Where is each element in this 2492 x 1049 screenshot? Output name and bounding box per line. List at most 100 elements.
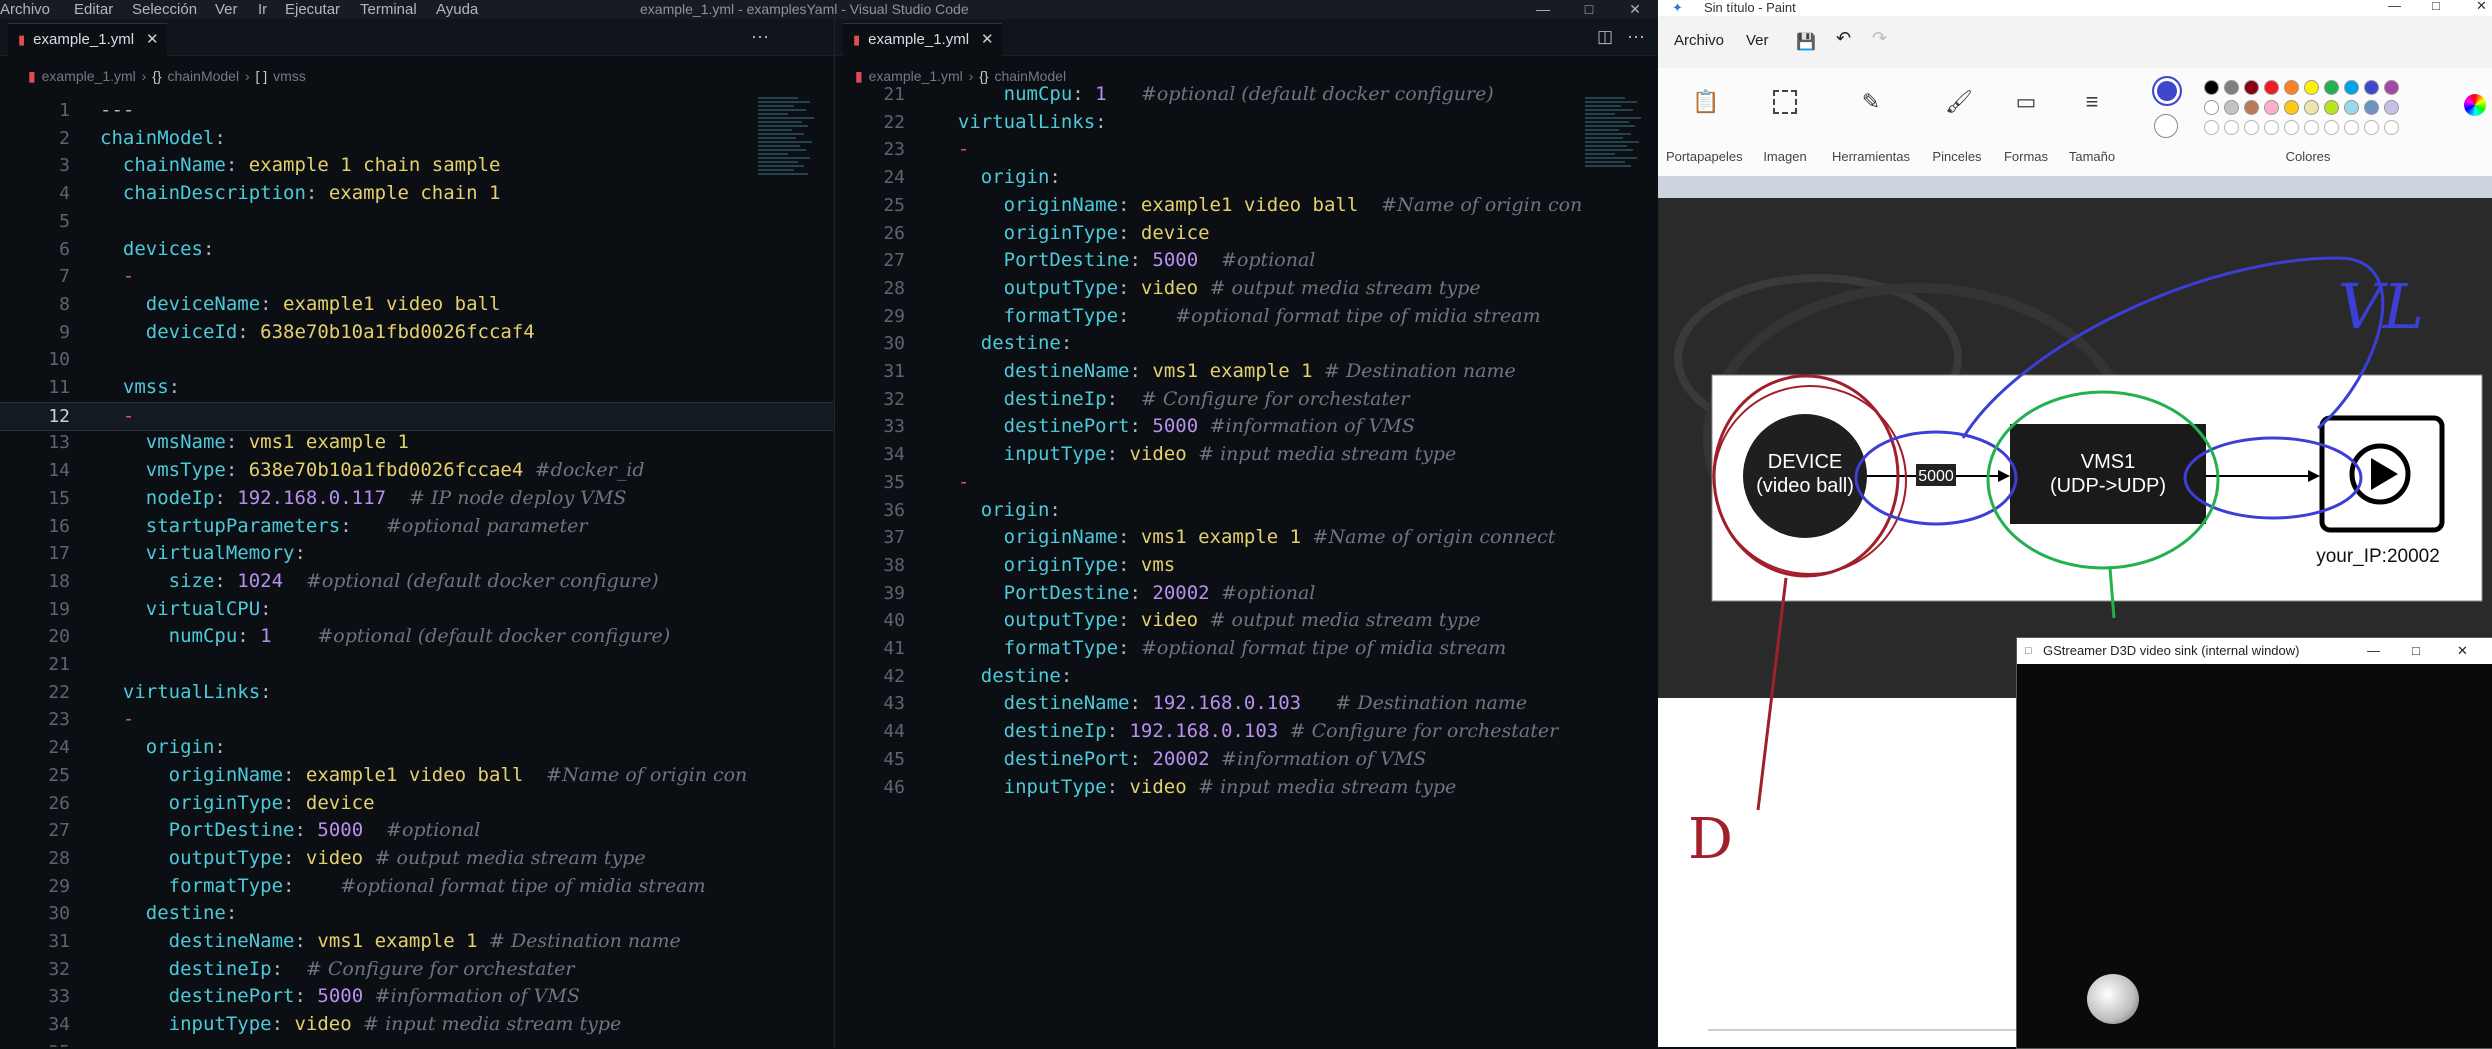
code-line[interactable]: 5 <box>0 208 833 235</box>
close-tab-icon[interactable]: ✕ <box>146 31 159 48</box>
menu-archivo[interactable]: Archivo <box>0 0 50 19</box>
code-line[interactable]: 23 - <box>0 706 833 733</box>
code-line[interactable]: 24 origin: <box>835 164 1659 191</box>
menu-terminal[interactable]: Terminal <box>360 0 417 19</box>
group-imagen[interactable]: Imagen <box>1752 68 1818 176</box>
primary-color-swatch[interactable] <box>2152 76 2182 106</box>
tab-example-yml-left[interactable]: ▮ example_1.yml ✕ <box>8 23 167 56</box>
code-line[interactable]: 26 originType: device <box>835 220 1659 247</box>
code-line[interactable]: 11 vmss: <box>0 374 833 401</box>
color-swatch[interactable] <box>2284 100 2299 115</box>
empty-color-swatch[interactable] <box>2284 120 2299 135</box>
code-line[interactable]: 31 destineName: vms1 example 1 # Destina… <box>835 358 1659 385</box>
color-swatch[interactable] <box>2364 100 2379 115</box>
minimize-button[interactable]: — <box>2388 0 2401 13</box>
code-line[interactable]: 1 --- <box>0 97 833 124</box>
color-swatch[interactable] <box>2344 80 2359 95</box>
code-line[interactable]: 28 outputType: video # output media stre… <box>0 845 833 872</box>
code-line[interactable]: 29 formatType: #optional format tipe of … <box>0 873 833 900</box>
code-line[interactable]: 34 inputType: video # input media stream… <box>0 1011 833 1038</box>
code-line[interactable]: 40 outputType: video # output media stre… <box>835 607 1659 634</box>
color-swatch[interactable] <box>2304 100 2319 115</box>
save-icon[interactable]: 💾 <box>1796 32 1816 52</box>
color-swatch[interactable] <box>2264 80 2279 95</box>
code-line[interactable]: 44 destineIp: 192.168.0.103 # Configure … <box>835 718 1659 745</box>
color-swatch[interactable] <box>2384 80 2399 95</box>
code-line[interactable]: 30 destine: <box>835 330 1659 357</box>
code-line[interactable]: 30 destine: <box>0 900 833 927</box>
empty-color-swatch[interactable] <box>2324 120 2339 135</box>
minimize-button[interactable]: — <box>1520 0 1566 19</box>
code-line[interactable]: 10 <box>0 346 833 373</box>
color-swatch[interactable] <box>2384 100 2399 115</box>
code-line[interactable]: 39 PortDestine: 20002 #optional <box>835 580 1659 607</box>
empty-color-swatch[interactable] <box>2344 120 2359 135</box>
code-line[interactable]: 16 startupParameters: #optional paramete… <box>0 513 833 540</box>
code-line[interactable]: 29 formatType: #optional format tipe of … <box>835 303 1659 330</box>
empty-color-swatch[interactable] <box>2364 120 2379 135</box>
code-line[interactable]: 27 PortDestine: 5000 #optional <box>0 817 833 844</box>
menu-ayuda[interactable]: Ayuda <box>436 0 478 19</box>
empty-color-swatch[interactable] <box>2304 120 2319 135</box>
color-swatch[interactable] <box>2364 80 2379 95</box>
code-line[interactable]: 35 <box>0 1039 833 1047</box>
code-line[interactable]: 15 nodeIp: 192.168.0.117 # IP node deplo… <box>0 485 833 512</box>
empty-color-swatch[interactable] <box>2224 120 2239 135</box>
code-line[interactable]: 27 PortDestine: 5000 #optional <box>835 247 1659 274</box>
close-window-button[interactable]: ✕ <box>2457 638 2468 664</box>
empty-color-swatch[interactable] <box>2264 120 2279 135</box>
code-line[interactable]: 34 inputType: video # input media stream… <box>835 441 1659 468</box>
code-line[interactable]: 3 chainName: example 1 chain sample <box>0 152 833 179</box>
code-line[interactable]: 14 vmsType: 638e70b10a1fbd0026fccae4 #do… <box>0 457 833 484</box>
more-actions-icon[interactable]: ⋯ <box>751 27 769 48</box>
code-line[interactable]: 4 chainDescription: example chain 1 <box>0 180 833 207</box>
edit-colors-icon[interactable] <box>2464 94 2486 116</box>
color-swatch[interactable] <box>2344 100 2359 115</box>
group-portapapeles[interactable]: 📋 Portapapeles <box>1666 68 1743 176</box>
code-line[interactable]: 28 outputType: video # output media stre… <box>835 275 1659 302</box>
code-line[interactable]: 33 destinePort: 5000 #information of VMS <box>0 983 833 1010</box>
color-swatch[interactable] <box>2204 100 2219 115</box>
code-line[interactable]: 46 inputType: video # input media stream… <box>835 774 1659 801</box>
breadcrumb-file[interactable]: example_1.yml <box>42 68 136 84</box>
code-line[interactable]: 22 virtualLinks: <box>835 109 1659 136</box>
color-swatch[interactable] <box>2224 80 2239 95</box>
maximize-button[interactable]: □ <box>1566 0 1612 19</box>
color-swatch[interactable] <box>2244 80 2259 95</box>
code-line[interactable]: 42 destine: <box>835 663 1659 690</box>
undo-icon[interactable]: ↶ <box>1836 28 1851 49</box>
menu-seleccion[interactable]: Selección <box>132 0 197 19</box>
code-line[interactable]: 2 chainModel: <box>0 125 833 152</box>
code-line[interactable]: 25 originName: example1 video ball #Name… <box>0 762 833 789</box>
color-swatch[interactable] <box>2304 80 2319 95</box>
code-line[interactable]: 23 - <box>835 136 1659 163</box>
close-window-button[interactable]: ✕ <box>1612 0 1658 19</box>
code-line[interactable]: 31 destineName: vms1 example 1 # Destina… <box>0 928 833 955</box>
menu-ver[interactable]: Ver <box>215 0 238 19</box>
code-line[interactable]: 38 originType: vms <box>835 552 1659 579</box>
code-line[interactable]: 17 virtualMemory: <box>0 540 833 567</box>
tab-example-yml-right[interactable]: ▮ example_1.yml ✕ <box>843 23 1002 56</box>
redo-icon[interactable]: ↷ <box>1872 28 1887 49</box>
minimap-left[interactable] <box>758 95 820 215</box>
code-line[interactable]: 8 deviceName: example1 video ball <box>0 291 833 318</box>
menu-editar[interactable]: Editar <box>74 0 113 19</box>
color-swatch[interactable] <box>2264 100 2279 115</box>
code-line[interactable]: 45 destinePort: 20002 #information of VM… <box>835 746 1659 773</box>
minimap-right[interactable] <box>1585 95 1647 215</box>
paint-menu-ver[interactable]: Ver <box>1746 32 1769 49</box>
color-swatch[interactable] <box>2284 80 2299 95</box>
color-swatch[interactable] <box>2324 100 2339 115</box>
code-line[interactable]: 24 origin: <box>0 734 833 761</box>
group-pinceles[interactable]: 🖌 Pinceles <box>1922 68 1992 176</box>
close-tab-icon[interactable]: ✕ <box>981 31 994 48</box>
code-line[interactable]: 7 - <box>0 263 833 290</box>
code-line[interactable]: 41 formatType: #optional format tipe of … <box>835 635 1659 662</box>
group-tamano[interactable]: ≡ Tamaño <box>2060 68 2124 176</box>
code-line[interactable]: 37 originName: vms1 example 1 #Name of o… <box>835 524 1659 551</box>
empty-color-swatch[interactable] <box>2384 120 2399 135</box>
code-line[interactable]: 36 origin: <box>835 497 1659 524</box>
code-line[interactable]: 21 numCpu: 1 #optional (default docker c… <box>835 81 1659 108</box>
color-swatch[interactable] <box>2244 100 2259 115</box>
code-line[interactable]: 32 destineIp: # Configure for orchestate… <box>835 386 1659 413</box>
